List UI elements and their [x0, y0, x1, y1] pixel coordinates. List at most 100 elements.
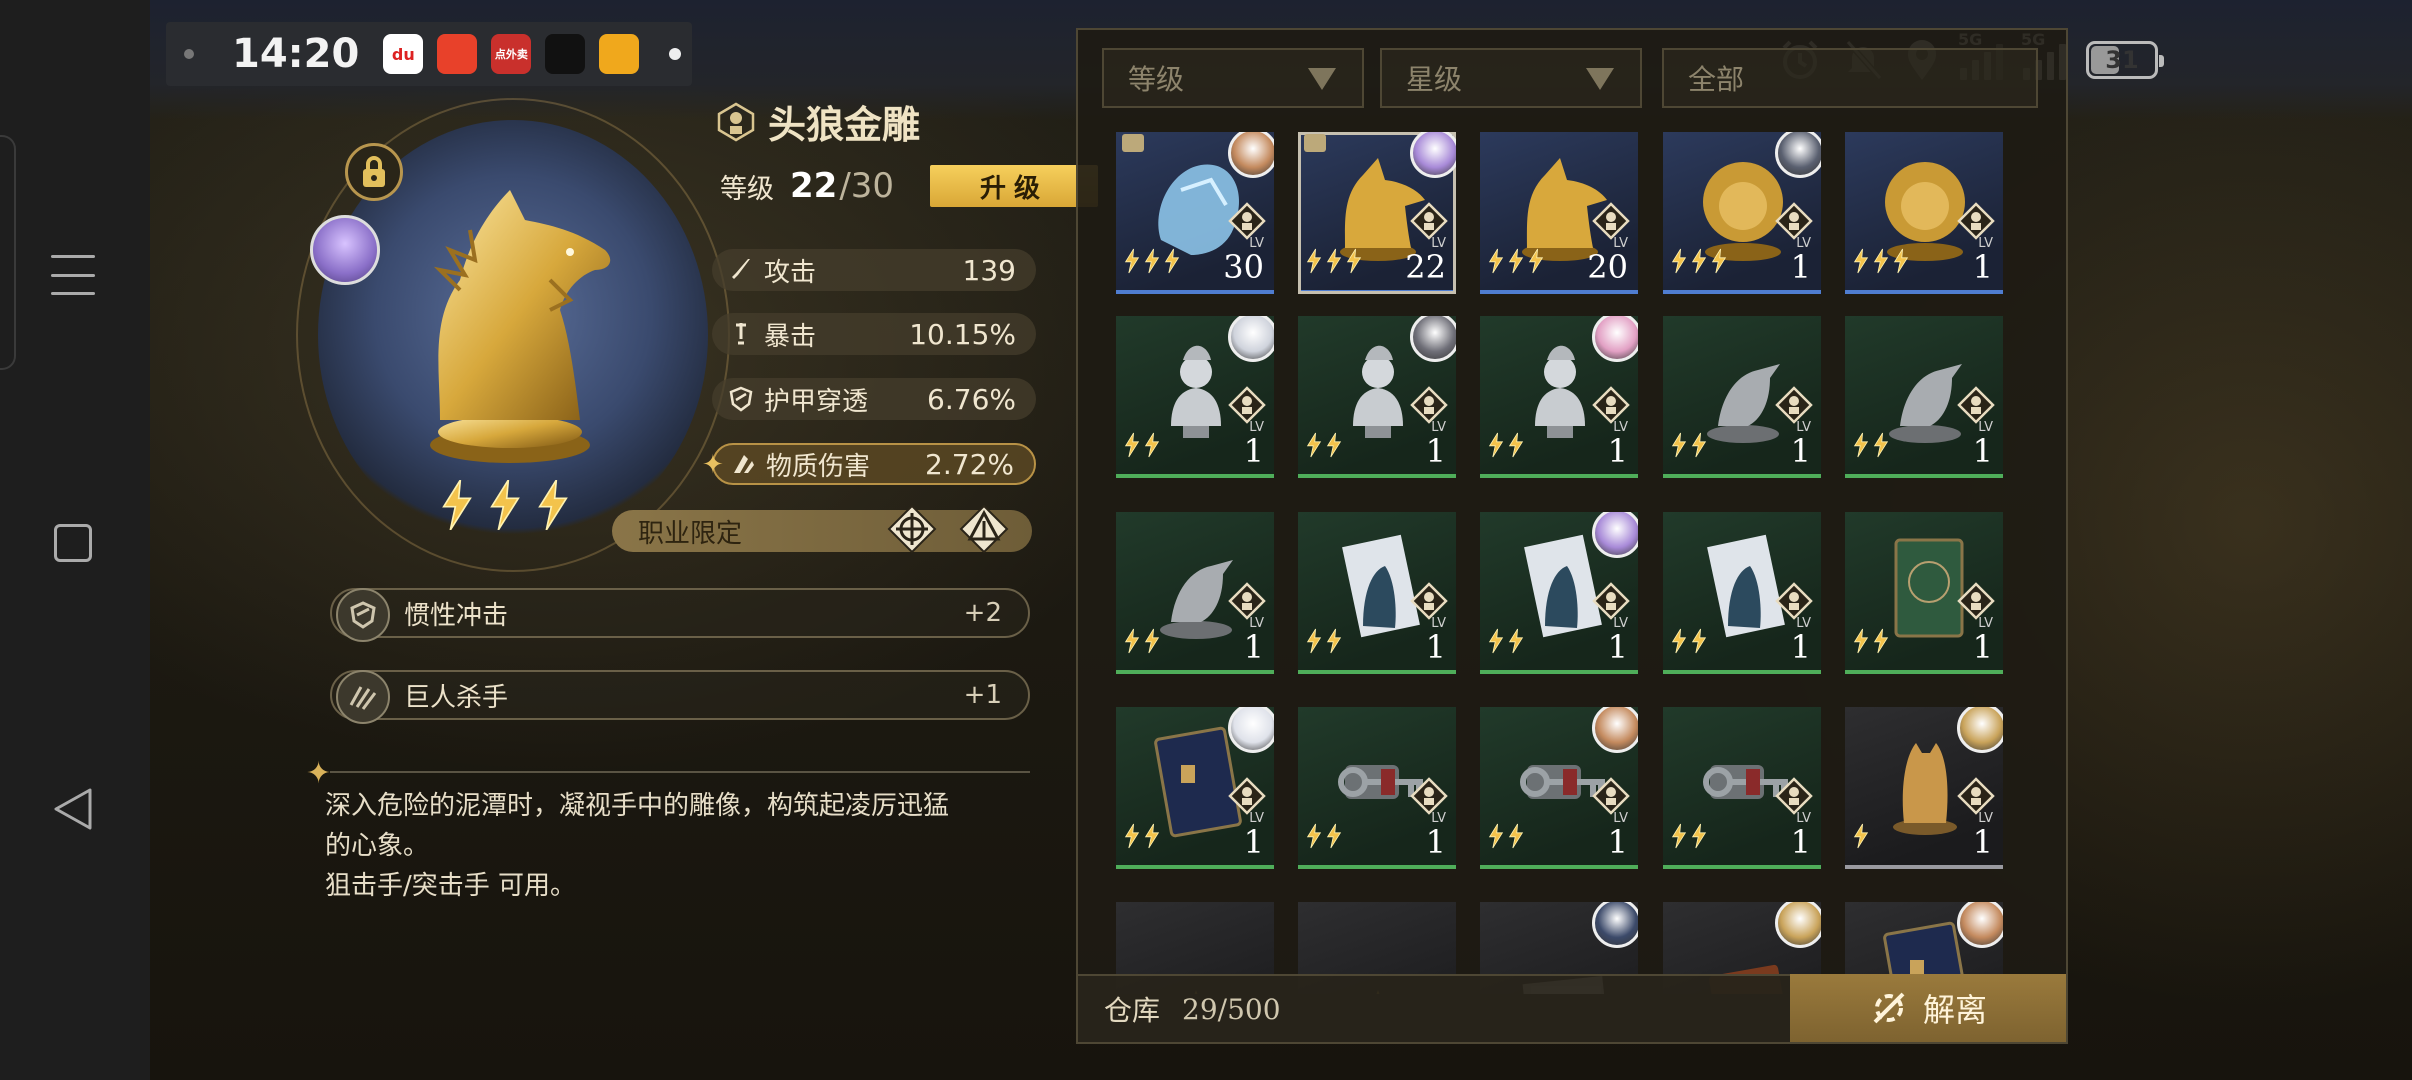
inventory-item-card[interactable]: LV 1	[1298, 707, 1456, 869]
stat-row: 物质伤害 2.72%	[712, 443, 1036, 485]
star-icon	[1528, 248, 1544, 274]
type-filter-dropdown[interactable]: 全部	[1662, 48, 2038, 108]
star-icon	[1144, 432, 1160, 458]
lock-button[interactable]	[345, 143, 403, 201]
star-icon	[1508, 823, 1524, 849]
video-app-icon	[437, 34, 478, 74]
inventory-item-card[interactable]: LV 1	[1298, 512, 1456, 674]
star-icon	[1144, 823, 1160, 849]
item-level: 1	[1607, 823, 1628, 861]
item-stars	[1306, 248, 1362, 274]
star-icon	[1691, 432, 1707, 458]
item-stars	[1671, 432, 1707, 458]
item-level: 1	[1790, 823, 1811, 861]
inventory-item-card[interactable]: LV 1	[1116, 316, 1274, 478]
trinket-type-icon	[1957, 582, 1995, 620]
inventory-item-card[interactable]: LV 30	[1116, 132, 1274, 294]
item-level: 1	[1425, 823, 1446, 861]
inventory-item-card[interactable]: LV 1	[1116, 707, 1274, 869]
star-icon	[1144, 628, 1160, 654]
trinket-type-icon	[1410, 582, 1448, 620]
disassemble-button[interactable]: 解离	[1790, 974, 2066, 1042]
level-sort-dropdown[interactable]: 等级	[1102, 48, 1364, 108]
equipped-avatar	[1957, 902, 2003, 948]
rarity-star-icon	[442, 480, 472, 530]
edge-panel-handle[interactable]	[0, 135, 16, 370]
home-button[interactable]	[48, 518, 98, 568]
storage-count: 29/500	[1182, 992, 1281, 1026]
inventory-item-card[interactable]: LV 1	[1663, 512, 1821, 674]
crit-icon	[736, 323, 746, 345]
lock-icon	[1304, 134, 1326, 152]
inventory-item-card[interactable]: LV 1	[1663, 316, 1821, 478]
inventory-item-card[interactable]: LV 1	[1480, 707, 1638, 869]
physical-damage-icon	[734, 455, 754, 473]
inventory-item-card[interactable]: LV 1	[1845, 316, 2003, 478]
star-sort-dropdown[interactable]: 星级	[1380, 48, 1642, 108]
skill-row[interactable]: 惯性冲击 +2	[330, 588, 1030, 642]
menu-button[interactable]	[48, 250, 98, 300]
inventory-item-card[interactable]: LV 20	[1480, 132, 1638, 294]
tiktok-icon	[545, 34, 586, 74]
skill-icon-frame	[336, 670, 390, 724]
trinket-type-icon	[717, 102, 755, 141]
item-level: 1	[1790, 248, 1811, 286]
sniper-class-icon[interactable]	[886, 503, 938, 555]
equipped-avatar	[1228, 132, 1274, 178]
stat-name: 暴击	[764, 321, 817, 352]
trinket-type-icon	[1410, 386, 1448, 424]
item-level: 1	[1243, 628, 1264, 666]
star-icon	[1853, 628, 1869, 654]
equipped-avatar	[1592, 902, 1638, 948]
item-stars	[1853, 248, 1909, 274]
assault-class-icon[interactable]	[958, 503, 1010, 555]
skill-value: +2	[963, 598, 1002, 628]
inventory-item-card[interactable]: LV 1	[1663, 707, 1821, 869]
star-icon	[1853, 823, 1869, 849]
rarity-star-icon	[490, 480, 520, 530]
inventory-item-card[interactable]: LV 1	[1480, 512, 1638, 674]
class-restriction-label: 职业限定	[638, 518, 743, 549]
inventory-item-card[interactable]: LV 1	[1298, 316, 1456, 478]
armor-pierce-icon	[729, 386, 753, 412]
star-icon	[1671, 432, 1687, 458]
inventory-item-card[interactable]: LV 22	[1298, 132, 1456, 294]
claw-skill-icon	[349, 686, 377, 710]
stat-value: 10.15%	[909, 317, 1016, 351]
equipped-avatar	[1775, 902, 1821, 948]
item-stars	[1124, 432, 1160, 458]
inventory-item-card[interactable]: LV 1	[1845, 707, 2003, 869]
inventory-item-card[interactable]: LV 1	[1663, 132, 1821, 294]
inventory-item-card[interactable]: LV 1	[1845, 512, 2003, 674]
star-icon	[1306, 432, 1322, 458]
item-stars	[1306, 432, 1342, 458]
equipped-avatar	[1592, 316, 1638, 362]
item-stars	[1124, 628, 1160, 654]
trinket-type-icon	[1228, 582, 1266, 620]
battery-indicator: 31	[2086, 41, 2164, 79]
equipped-character-avatar[interactable]	[310, 215, 380, 285]
trinket-type-icon	[1228, 777, 1266, 815]
storage-label: 仓库	[1104, 994, 1161, 1027]
disassemble-icon	[1873, 992, 1905, 1024]
star-icon	[1671, 248, 1687, 274]
inventory-item-card[interactable]: LV 1	[1845, 132, 2003, 294]
item-level: 1	[1972, 432, 1993, 470]
star-icon	[1691, 823, 1707, 849]
inventory-item-card[interactable]: LV 1	[1116, 512, 1274, 674]
inventory-item-card[interactable]: LV 1	[1480, 316, 1638, 478]
item-stars	[1853, 432, 1889, 458]
upgrade-button[interactable]: 升级	[930, 165, 1099, 207]
item-level: 1	[1790, 628, 1811, 666]
item-stars	[1853, 823, 1869, 849]
item-level: 1	[1972, 628, 1993, 666]
star-icon	[1508, 432, 1524, 458]
skill-row[interactable]: 巨人杀手 +1	[330, 670, 1030, 724]
star-icon	[1691, 628, 1707, 654]
back-button[interactable]	[48, 784, 98, 834]
item-level: 30	[1223, 248, 1264, 286]
item-stars	[1488, 628, 1524, 654]
inventory-grid: LV 30 LV 22 LV 20 LV 1 LV 1 LV 1 LV 1 LV 1 LV 1 LV 1 LV 1 LV 1 L…	[1116, 132, 2016, 994]
star-icon	[1124, 628, 1140, 654]
star-icon	[1691, 248, 1707, 274]
